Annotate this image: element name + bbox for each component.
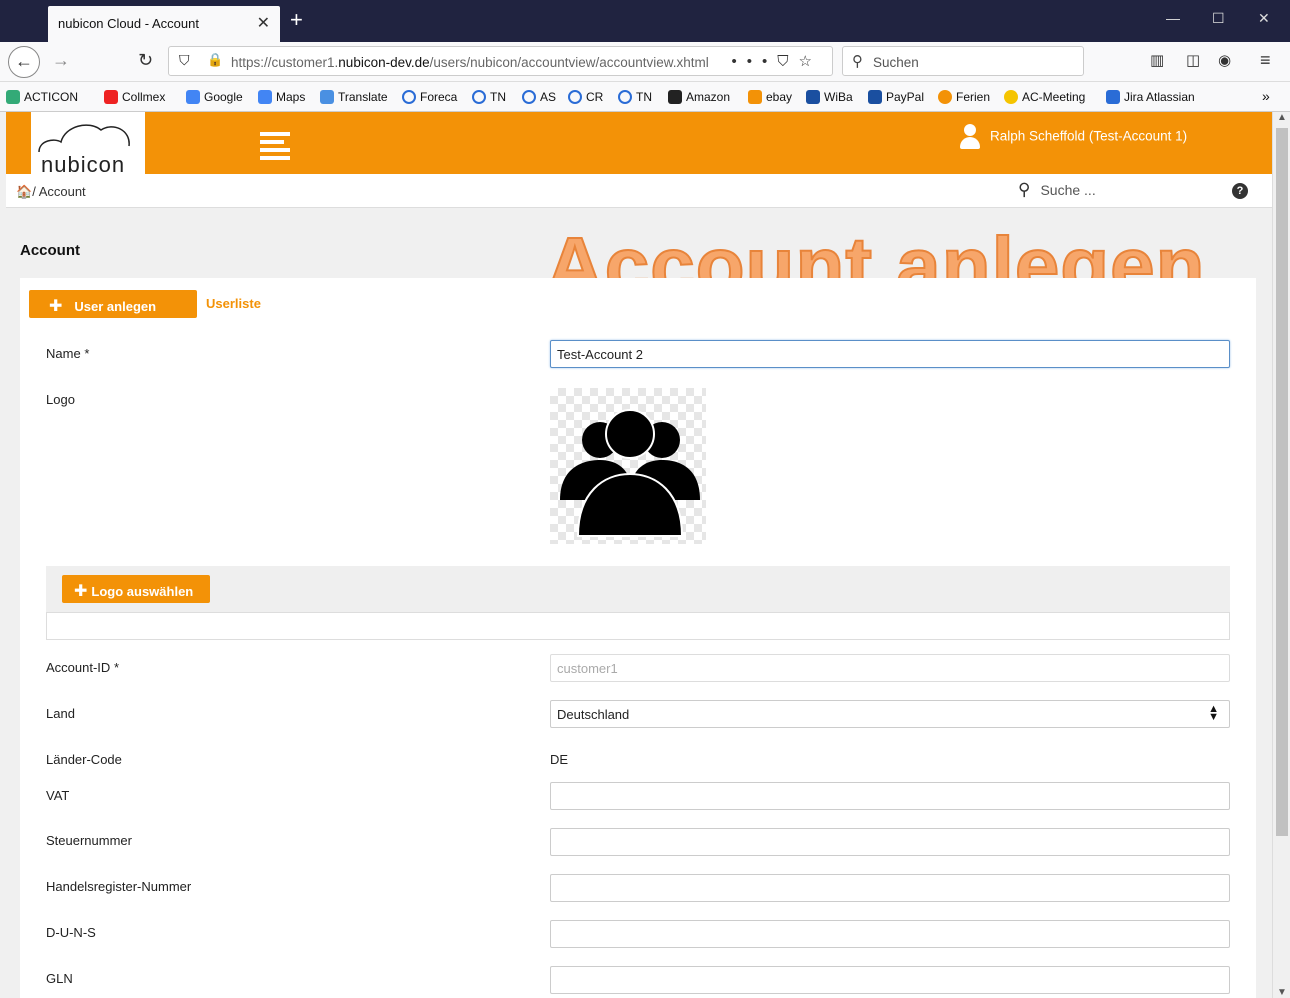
page-title: Account (20, 242, 80, 259)
plus-icon: ✚ (49, 298, 63, 315)
bookmark-item[interactable]: PayPal (868, 90, 924, 104)
shield-icon[interactable]: ⛉ (179, 52, 190, 69)
home-icon[interactable]: 🏠 (16, 184, 32, 199)
browser-tab[interactable]: nubicon Cloud - Account ✕ (48, 6, 280, 42)
logo-label: Logo (46, 392, 75, 407)
handelsregister-input[interactable] (550, 874, 1230, 902)
bookmark-item[interactable]: Collmex (104, 90, 165, 104)
bookmark-item[interactable]: WiBa (806, 90, 853, 104)
bookmark-item[interactable]: ACTICON (6, 90, 78, 104)
back-icon[interactable]: ← (8, 46, 40, 78)
upload-toolbar: ✚ Logo auswählen (46, 566, 1230, 612)
plus-icon: ✚ (74, 583, 88, 600)
bookmark-item[interactable]: AS (522, 90, 556, 104)
breadcrumb-bar: 🏠/ Account ⚲ Suche ... ? (6, 174, 1272, 208)
search-placeholder: Suchen (873, 55, 919, 70)
bookmark-item[interactable]: Maps (258, 90, 305, 104)
browser-search-input[interactable]: ⚲ Suchen (842, 46, 1084, 76)
search-icon: ⚲ (1018, 180, 1031, 199)
handelsregister-label: Handelsregister-Nummer (46, 879, 192, 894)
select-arrows-icon: ▲ ▼ (1208, 703, 1219, 723)
user-anlegen-button[interactable]: ✚ User anlegen (29, 290, 197, 318)
group-users-icon (560, 409, 700, 537)
account-id-input[interactable]: customer1 (550, 654, 1230, 682)
new-tab-icon[interactable]: + (290, 7, 303, 33)
bookmark-item[interactable]: Google (186, 90, 243, 104)
name-input[interactable]: Test-Account 2 (550, 340, 1230, 368)
logo-preview (550, 388, 706, 544)
land-label: Land (46, 706, 75, 721)
account-form-card: ✚ User anlegen Userliste Name * Test-Acco… (20, 278, 1256, 998)
duns-input[interactable] (550, 920, 1230, 948)
hamburger-menu-icon[interactable] (260, 132, 290, 164)
forward-icon[interactable]: → (52, 50, 70, 71)
tab-close-icon[interactable]: ✕ (257, 13, 270, 33)
bookmark-item[interactable]: Foreca (402, 90, 457, 104)
menu-icon[interactable]: ≡ (1260, 50, 1271, 71)
page-scrollbar[interactable]: ▲ ▼ (1272, 112, 1290, 998)
page-actions-icon[interactable]: •••⛉☆ (732, 52, 822, 70)
laender-code-label: Länder-Code (46, 752, 122, 767)
maximize-icon[interactable]: ☐ (1212, 10, 1225, 27)
bookmark-item[interactable]: TN (472, 90, 506, 104)
gln-input[interactable] (550, 966, 1230, 994)
user-name: Ralph Scheffold (Test-Account 1) (990, 128, 1188, 144)
browser-nav-bar: ← → ↻ ⛉ 🔒 https://customer1.nubicon-dev.… (0, 42, 1290, 82)
user-menu[interactable]: Ralph Scheffold (Test-Account 1) (960, 124, 1187, 150)
breadcrumb: 🏠/ Account (16, 184, 86, 199)
bookmark-item[interactable]: ebay (748, 90, 792, 104)
bookmark-item[interactable]: AC-Meeting (1004, 90, 1085, 104)
help-icon[interactable]: ? (1232, 183, 1248, 199)
bookmark-item[interactable]: CR (568, 90, 603, 104)
scroll-thumb[interactable] (1276, 128, 1288, 836)
bookmark-item[interactable]: Amazon (668, 90, 730, 104)
scroll-up-icon[interactable]: ▲ (1277, 112, 1287, 123)
name-label: Name * (46, 346, 90, 361)
userliste-link[interactable]: Userliste (206, 296, 261, 311)
url-text[interactable]: https://customer1.nubicon-dev.de/users/n… (231, 55, 751, 70)
bookmarks-overflow-icon[interactable]: » (1262, 88, 1270, 104)
gln-label: GLN (46, 971, 73, 986)
url-bar[interactable]: ⛉ 🔒 https://customer1.nubicon-dev.de/use… (168, 46, 833, 76)
duns-label: D-U-N-S (46, 925, 96, 940)
browser-tab-bar: nubicon Cloud - Account ✕ + — ☐ ✕ (0, 0, 1290, 42)
window-close-icon[interactable]: ✕ (1258, 10, 1270, 27)
bookmark-item[interactable]: Jira Atlassian (1106, 90, 1195, 104)
bookmarks-bar: ACTICON Collmex Google Maps Translate Fo… (0, 82, 1290, 112)
land-select[interactable]: Deutschland ▲ ▼ (550, 700, 1230, 728)
page-search[interactable]: ⚲ Suche ... (1018, 180, 1096, 200)
vat-label: VAT (46, 788, 70, 803)
user-icon (960, 124, 980, 150)
steuernummer-input[interactable] (550, 828, 1230, 856)
logo-auswaehlen-button[interactable]: ✚ Logo auswählen (62, 575, 210, 603)
tab-title: nubicon Cloud - Account (58, 16, 199, 31)
nubicon-logo[interactable]: nubicon (31, 112, 145, 177)
library-icon[interactable]: ▥ (1150, 51, 1164, 69)
bookmark-item[interactable]: Translate (320, 90, 388, 104)
search-icon: ⚲ (852, 53, 863, 70)
scroll-down-icon[interactable]: ▼ (1277, 987, 1287, 998)
account-id-label: Account-ID * (46, 660, 119, 675)
upload-drop-area[interactable] (46, 612, 1230, 640)
lock-icon[interactable]: 🔒 (207, 52, 223, 68)
steuernummer-label: Steuernummer (46, 833, 132, 848)
sidebar-icon[interactable]: ◫ (1186, 51, 1200, 69)
page-content: nubicon Ralph Scheffold (Test-Account 1)… (6, 112, 1272, 998)
laender-code-value: DE (550, 752, 569, 767)
bookmark-item[interactable]: TN (618, 90, 652, 104)
reload-icon[interactable]: ↻ (138, 50, 153, 71)
account-icon[interactable]: ◉ (1218, 51, 1231, 69)
bookmark-item[interactable]: Ferien (938, 90, 990, 104)
minimize-icon[interactable]: — (1166, 10, 1180, 26)
vat-input[interactable] (550, 782, 1230, 810)
app-header: nubicon Ralph Scheffold (Test-Account 1) (6, 112, 1272, 177)
